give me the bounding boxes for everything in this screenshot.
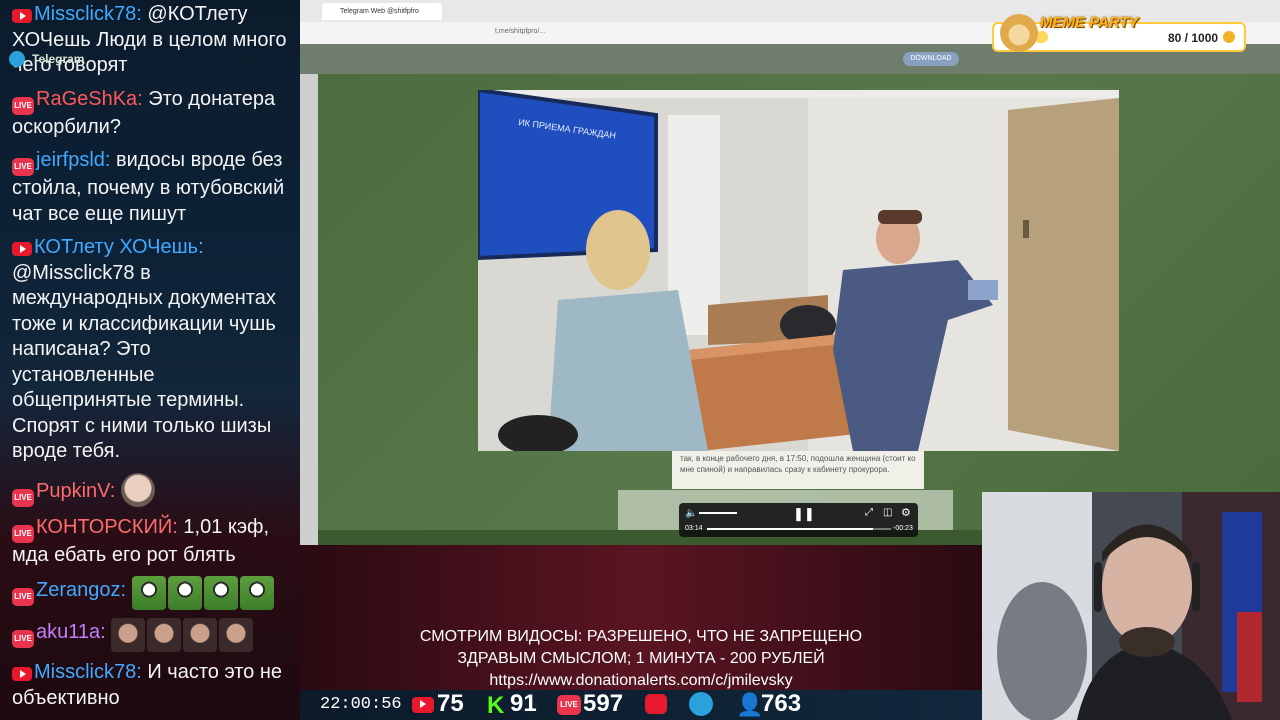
meme-party-count: 80 / 1000 <box>1168 31 1219 45</box>
seek-bar-fill <box>707 528 873 530</box>
tab-title: Telegram Web @shitfpfro <box>340 8 419 15</box>
volume-icon[interactable]: 🔈 <box>685 508 697 519</box>
webcam-frame <box>982 492 1280 720</box>
stream-status-bar <box>300 690 982 720</box>
clock: 22:00:56 <box>320 695 402 714</box>
banner-line-3: https://www.donationalerts.com/c/jmilevs… <box>489 672 793 689</box>
video-player[interactable]: ИК ПРИЕМА ГРАЖДАН <box>478 90 1119 451</box>
emote-row <box>111 618 254 652</box>
chat-nick[interactable]: jeirfpsld: <box>36 149 110 171</box>
face-emote <box>111 618 146 652</box>
bald-emote <box>120 472 155 507</box>
pepe-emote <box>203 576 238 610</box>
youtube-icon-2 <box>645 694 667 714</box>
emote-row <box>131 576 274 610</box>
chat-message: Missclick78: И часто это не объективно <box>0 658 300 717</box>
chat-nick[interactable]: КОНТОРСКИЙ: <box>36 516 178 538</box>
chat-message: LIVE RaGeShKa: Это донатера оскорбили? <box>0 85 300 147</box>
pause-icon[interactable]: ❚❚ <box>793 506 815 522</box>
chat-text: @Missclick78 в международных документах … <box>12 261 276 463</box>
settings-icon[interactable]: ⚙ <box>901 506 911 519</box>
donation-banner-text: СМОТРИМ ВИДОСЫ: РАЗРЕШЕНО, ЧТО НЕ ЗАПРЕЩ… <box>300 626 982 692</box>
banner-line-2: ЗДРАВЫМ СМЫСЛОМ; 1 МИНУТА - 200 РУБЛЕЙ <box>457 650 825 667</box>
volume-slider[interactable] <box>699 512 737 514</box>
pepe-emote <box>167 576 202 610</box>
live-icon: LIVE <box>12 588 34 606</box>
chat-nick[interactable]: Missclick78: <box>34 661 142 683</box>
youtube-icon <box>12 667 32 681</box>
url-text: t.me/shitpfpro/... <box>495 28 546 35</box>
live-icon: LIVE <box>557 695 581 715</box>
youtube-viewers: 75 <box>437 690 464 717</box>
time-remaining: -00:23 <box>893 525 913 532</box>
banner-line-1: СМОТРИМ ВИДОСЫ: РАЗРЕШЕНО, ЧТО НЕ ЗАПРЕЩ… <box>419 628 863 645</box>
live-icon: LIVE <box>12 630 34 648</box>
message-text: так, в конце рабочего дня, в 17:50, подо… <box>680 454 916 474</box>
chat-panel: Missclick78: @КОТлету ХОЧешь Люди в цело… <box>0 0 300 720</box>
telegram-title: Telegram <box>32 52 85 66</box>
live-viewers: 597 <box>583 690 624 717</box>
browser-side-strip <box>300 74 318 545</box>
face-emote <box>183 618 218 652</box>
total-viewers: 763 <box>761 690 802 717</box>
meme-party-title: MEME PARTY <box>1040 14 1139 31</box>
chat-message: LIVE aku11a: <box>0 616 300 658</box>
face-emote <box>147 618 182 652</box>
chat-nick[interactable]: Zerangoz: <box>36 579 126 601</box>
browser-tab[interactable]: Telegram Web @shitfpfro <box>322 3 442 20</box>
chat-nick[interactable]: PupkinV: <box>36 480 115 502</box>
kick-icon: K <box>487 692 505 719</box>
chat-message: LIVE Zerangoz: <box>0 574 300 616</box>
chat-message: LIVE PupkinV: <box>0 471 300 513</box>
chat-message: LIVE КОНТОРСКИЙ: 1,01 кэф, мда ебать его … <box>0 513 300 575</box>
time-elapsed: 03:14 <box>685 525 703 532</box>
download-button[interactable]: DOWNLOAD <box>903 52 959 66</box>
video-frame: ИК ПРИЕМА ГРАЖДАН <box>478 90 1119 451</box>
doge-icon <box>1000 14 1038 52</box>
streamer-webcam <box>982 492 1280 720</box>
telegram-icon <box>689 692 713 716</box>
seek-bar[interactable] <box>707 528 891 530</box>
chat-nick[interactable]: aku11a: <box>36 621 106 643</box>
telegram-logo-icon <box>9 51 25 67</box>
coin-icon <box>1223 31 1235 43</box>
live-icon: LIVE <box>12 488 34 507</box>
chat-message-list: Missclick78: @КОТлету ХОЧешь Люди в цело… <box>0 0 300 717</box>
chat-message: КОТлету ХОЧешь: @Missclick78 в междунаро… <box>0 233 300 471</box>
youtube-icon <box>412 697 434 713</box>
fullscreen-icon[interactable]: ⤢ <box>865 507 873 518</box>
chat-nick[interactable]: КОТлету ХОЧешь: <box>34 236 204 258</box>
chat-nick[interactable]: RaGeShKa: <box>36 88 143 110</box>
chat-message: Missclick78: @КОТлету ХОЧешь Люди в цело… <box>0 0 300 85</box>
viewers-icon: 👤 <box>736 692 764 717</box>
youtube-icon <box>12 9 32 23</box>
chat-message: LIVE jeirfpsld: видосы вроде без стойла, … <box>0 146 300 233</box>
face-emote <box>219 618 254 652</box>
youtube-icon <box>12 242 32 256</box>
live-icon: LIVE <box>12 524 34 543</box>
message-bubble: так, в конце рабочего дня, в 17:50, подо… <box>672 451 924 489</box>
chat-nick[interactable]: Missclick78: <box>34 3 142 25</box>
video-controls: 🔈 ❚❚ ⤢ ◫ ⚙ 03:14 -00:23 <box>679 503 918 537</box>
kick-viewers: 91 <box>510 690 537 717</box>
pip-icon[interactable]: ◫ <box>883 507 892 518</box>
live-icon: LIVE <box>12 158 34 176</box>
live-icon: LIVE <box>12 96 34 115</box>
pepe-emote <box>131 576 166 610</box>
pepe-emote <box>239 576 274 610</box>
